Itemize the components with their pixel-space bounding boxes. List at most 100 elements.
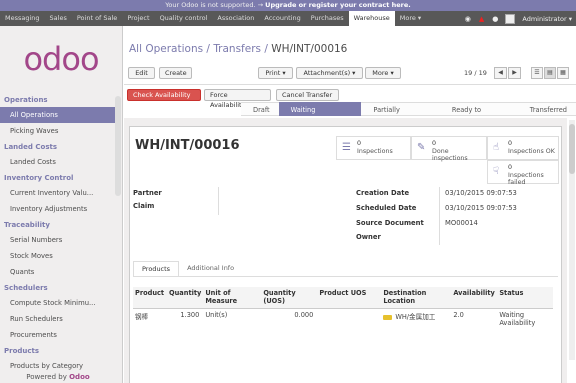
sidebar-item-serial-numbers[interactable]: Serial Numbers	[0, 232, 116, 248]
field-separator	[218, 187, 219, 215]
claim-label: Claim	[133, 202, 155, 210]
col-product-uos[interactable]: Product UOS	[317, 287, 382, 309]
tab-additional-info[interactable]: Additional Info	[179, 261, 242, 277]
breadcrumb: All Operations / Transfers / WH/INT/0001…	[129, 43, 348, 55]
next-record-icon[interactable]: ▶	[508, 67, 521, 79]
support-icon[interactable]: ◉	[461, 15, 475, 23]
breadcrumb-current: WH/INT/00016	[271, 43, 348, 55]
stage-draft: Draft	[241, 102, 279, 116]
cancel-transfer-button[interactable]: Cancel Transfer	[276, 89, 339, 101]
main-content: All Operations / Transfers / WH/INT/0001…	[124, 26, 576, 383]
pager-counter[interactable]: 19 / 19	[464, 69, 487, 77]
nav-more[interactable]: More ▾	[395, 11, 426, 26]
sidebar-section-inventory-control: Inventory Control	[4, 174, 74, 182]
sidebar-section-landed-costs: Landed Costs	[4, 143, 57, 151]
nav-project[interactable]: Project	[122, 11, 154, 26]
record-title: WH/INT/00016	[135, 138, 240, 153]
cell-destination-location: WH/金属加工	[381, 309, 451, 330]
col-availability[interactable]: Availability	[451, 287, 498, 309]
partner-label: Partner	[133, 189, 162, 197]
done-inspections-button[interactable]: ✎ 0 Done inspections	[411, 136, 487, 162]
force-availability-button[interactable]: Force Availability	[204, 89, 271, 109]
inspections-ok-button[interactable]: ☝ 0 Inspections OK	[487, 136, 559, 160]
check-availability-button[interactable]: Check Availability	[127, 89, 201, 101]
nav-accounting[interactable]: Accounting	[259, 11, 305, 26]
chat-icon[interactable]: ●	[488, 15, 502, 23]
creation-date-label: Creation Date	[356, 189, 410, 197]
sidebar-section-schedulers: Schedulers	[4, 284, 48, 292]
col-quantity-uos[interactable]: Quantity (UOS)	[261, 287, 318, 309]
truck-icon[interactable]	[383, 314, 393, 320]
calendar-view-icon[interactable]: ▦	[557, 67, 569, 79]
print-button[interactable]: Print ▾	[258, 67, 293, 79]
scheduled-date-label: Scheduled Date	[356, 204, 417, 212]
more-button[interactable]: More ▾	[365, 67, 401, 79]
sidebar-section-products: Products	[4, 347, 40, 355]
tab-underline	[133, 276, 558, 277]
nav-warehouse[interactable]: Warehouse	[348, 11, 395, 26]
powered-by: Powered by Odoo	[0, 373, 116, 383]
previous-record-icon[interactable]: ◀	[494, 67, 507, 79]
nav-purchases[interactable]: Purchases	[306, 11, 349, 26]
main-navbar: Messaging Sales Point of Sale Project Qu…	[0, 11, 576, 26]
cell-quantity-uos: 0.000	[294, 311, 314, 319]
pencil-icon: ✎	[417, 142, 426, 153]
inspections-failed-button[interactable]: ☟ 0 Inspections failed	[487, 160, 559, 186]
content-scrollbar[interactable]	[569, 120, 575, 360]
form-view-icon[interactable]: ▤	[544, 67, 556, 79]
cell-product-uos	[317, 309, 381, 330]
sidebar-item-run-schedulers[interactable]: Run Schedulers	[0, 311, 116, 327]
sidebar-item-current-inventory-valuation[interactable]: Current Inventory Valu...	[0, 185, 116, 201]
sidebar-item-all-operations[interactable]: All Operations	[0, 107, 116, 123]
inspections-button[interactable]: ☰ 0 Inspections	[336, 136, 411, 160]
sidebar-item-inventory-adjustments[interactable]: Inventory Adjustments	[0, 201, 116, 217]
nav-quality-control[interactable]: Quality control	[155, 11, 213, 26]
avatar[interactable]	[505, 13, 516, 24]
list-view-icon[interactable]: ☰	[531, 67, 543, 79]
odoo-logo[interactable]: odoo	[0, 26, 122, 92]
source-document-label: Source Document	[356, 219, 424, 227]
form-sheet: WH/INT/00016 ☰ 0 Inspections ✎ 0 Done in…	[129, 126, 562, 383]
stage-partially-available: Partially Available	[361, 102, 440, 128]
create-button[interactable]: Create	[159, 67, 192, 79]
thumbs-up-icon: ☝	[493, 142, 500, 153]
cell-quantity: 1.300	[180, 311, 200, 319]
nav-point-of-sale[interactable]: Point of Sale	[72, 11, 122, 26]
upgrade-link[interactable]: → Upgrade or register your contract here…	[258, 1, 411, 9]
stage-ready-to-transfer: Ready to Transfer	[439, 102, 518, 128]
col-quantity[interactable]: Quantity	[167, 287, 204, 309]
unsupported-warning-bar: Your Odoo is not supported. → Upgrade or…	[0, 0, 576, 11]
sidebar-item-compute-stock-minimum[interactable]: Compute Stock Minimu...	[0, 295, 116, 311]
col-product[interactable]: Product	[133, 287, 167, 309]
scheduled-date-value[interactable]: 03/10/2015 09:07:53	[445, 204, 517, 212]
sidebar-item-quants[interactable]: Quants	[0, 264, 116, 280]
thumbs-down-icon: ☟	[493, 166, 500, 177]
list-icon: ☰	[342, 142, 351, 153]
cell-availability: 2.0	[453, 311, 464, 319]
user-menu[interactable]: Administrator ▾	[518, 15, 576, 23]
col-unit-of-measure[interactable]: Unit of Measure	[203, 287, 262, 309]
sidebar-item-landed-costs[interactable]: Landed Costs	[0, 154, 116, 170]
edit-button[interactable]: Edit	[128, 67, 155, 79]
nav-messaging[interactable]: Messaging	[0, 11, 45, 26]
sidebar-section-operations: Operations	[4, 96, 48, 104]
attachments-button[interactable]: Attachment(s) ▾	[296, 67, 363, 79]
col-status[interactable]: Status	[497, 287, 553, 309]
breadcrumb-transfers[interactable]: Transfers	[213, 43, 261, 55]
sidebar-item-products-by-category[interactable]: Products by Category	[0, 358, 116, 374]
cell-status: Waiting Availability	[499, 311, 536, 327]
sidebar-scrollbar[interactable]	[115, 96, 121, 196]
tab-products[interactable]: Products	[133, 261, 180, 277]
table-row[interactable]: 钢棒 1.300 Unit(s) 0.000 WH/金属加工 2.0 Waiti…	[133, 309, 553, 330]
breadcrumb-all-operations[interactable]: All Operations	[129, 43, 203, 55]
sidebar-item-procurements[interactable]: Procurements	[0, 327, 116, 343]
nav-association[interactable]: Association	[212, 11, 259, 26]
field-separator	[439, 187, 440, 245]
col-destination-location[interactable]: Destination Location	[381, 287, 452, 309]
alert-icon[interactable]: ▲	[475, 15, 488, 23]
source-document-value[interactable]: MO00014	[445, 219, 478, 227]
sidebar-item-picking-waves[interactable]: Picking Waves	[0, 123, 116, 139]
nav-sales[interactable]: Sales	[45, 11, 72, 26]
sidebar-item-stock-moves[interactable]: Stock Moves	[0, 248, 116, 264]
move-lines-table: Product Quantity Unit of Measure Quantit…	[133, 287, 553, 329]
